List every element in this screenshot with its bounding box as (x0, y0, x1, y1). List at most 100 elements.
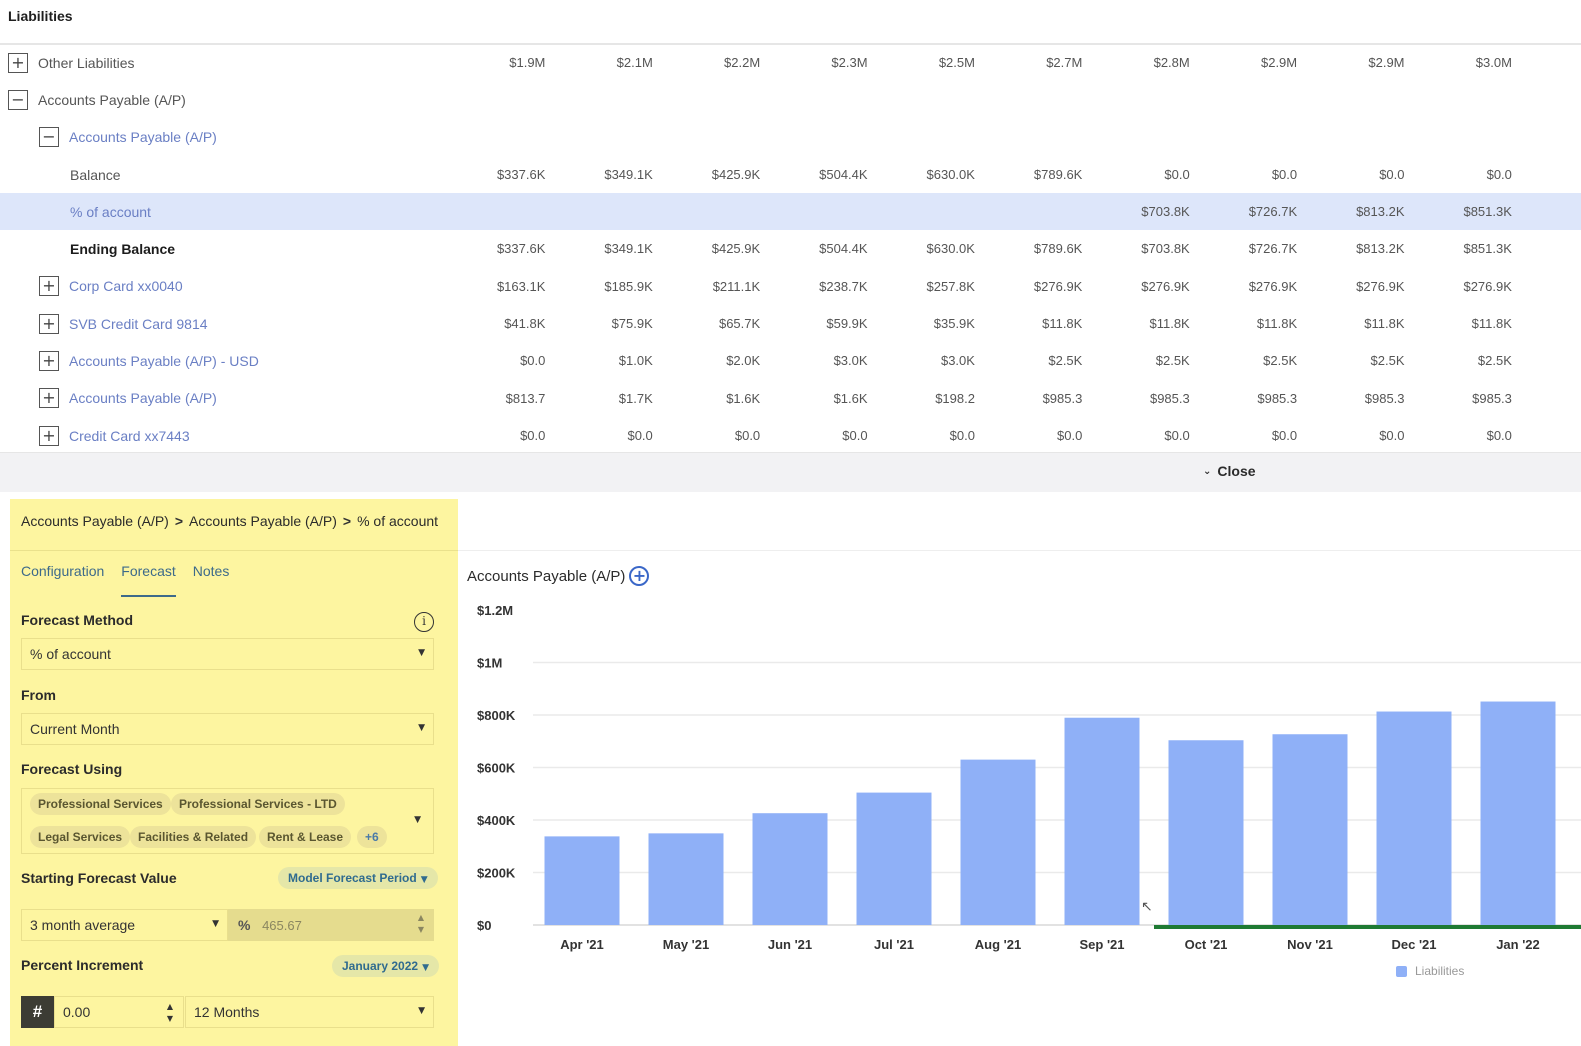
table-cell[interactable] (1407, 119, 1514, 156)
table-cell[interactable]: $59.9K (762, 305, 869, 342)
starting-value-input[interactable]: % 465.67 ▲ ▼ (228, 909, 434, 941)
table-cell[interactable]: $0.0 (1407, 417, 1514, 454)
expand-icon[interactable]: + (39, 351, 59, 372)
table-cell[interactable]: $276.9K (977, 268, 1084, 305)
chip-facilities-related[interactable]: Facilities & Related (130, 826, 257, 848)
table-cell[interactable]: $985.3 (1407, 380, 1514, 417)
table-cell[interactable]: $0.0 (977, 417, 1084, 454)
table-cell[interactable]: $337.6K (440, 156, 547, 193)
table-cell[interactable]: $1.7K (547, 380, 654, 417)
table-cell[interactable]: $11.8K (1407, 305, 1514, 342)
table-cell[interactable] (655, 193, 762, 230)
table-cell[interactable]: $2.5K (977, 342, 1084, 379)
table-cell[interactable]: $198.2 (870, 380, 977, 417)
table-cell[interactable] (547, 119, 654, 156)
info-icon[interactable]: i (414, 612, 434, 632)
table-row[interactable]: Ending Balance $337.6K $349.1K $425.9K $504.… (0, 230, 1581, 267)
table-cell[interactable] (1299, 81, 1406, 118)
stepper-icon[interactable]: ▲ ▼ (418, 912, 424, 936)
from-select[interactable]: Current Month ▼ (21, 713, 434, 745)
table-cell[interactable]: $425.9K (655, 230, 762, 267)
table-cell[interactable] (977, 81, 1084, 118)
tab-configuration[interactable]: Configuration (21, 563, 104, 597)
model-forecast-period-dropdown[interactable]: Model Forecast Period ▼ (278, 867, 438, 889)
table-cell[interactable]: $2.9M (1192, 44, 1299, 81)
table-cell[interactable] (547, 193, 654, 230)
table-cell[interactable]: $789.6K (977, 156, 1084, 193)
number-mode-toggle[interactable]: # (21, 996, 54, 1028)
table-cell[interactable] (655, 81, 762, 118)
breadcrumb-item[interactable]: Accounts Payable (A/P) (189, 513, 337, 529)
row-label[interactable]: Accounts Payable (A/P) - USD (69, 353, 259, 369)
table-cell[interactable]: $349.1K (547, 156, 654, 193)
table-cell[interactable]: $813.2K (1299, 230, 1406, 267)
table-cell[interactable]: $0.0 (762, 417, 869, 454)
table-cell[interactable]: $11.8K (977, 305, 1084, 342)
table-cell[interactable]: $1.9M (440, 44, 547, 81)
table-cell[interactable] (870, 119, 977, 156)
table-cell[interactable]: $11.8K (1084, 305, 1191, 342)
table-cell[interactable] (440, 119, 547, 156)
duration-select[interactable]: 12 Months ▼ (185, 996, 434, 1028)
table-cell[interactable] (547, 81, 654, 118)
table-cell[interactable]: $726.7K (1192, 230, 1299, 267)
table-cell[interactable]: $2.7M (977, 44, 1084, 81)
table-cell[interactable] (1407, 81, 1514, 118)
table-cell[interactable] (1084, 119, 1191, 156)
table-cell[interactable] (977, 119, 1084, 156)
table-cell[interactable]: $726.7K (1192, 193, 1299, 230)
table-cell[interactable]: $35.9K (870, 305, 977, 342)
table-cell[interactable]: $813.2K (1299, 193, 1406, 230)
table-cell[interactable]: $0.0 (1084, 417, 1191, 454)
average-method-select[interactable]: 3 month average ▼ (21, 909, 228, 941)
table-cell[interactable]: $3.0K (762, 342, 869, 379)
row-label[interactable]: Accounts Payable (A/P) (69, 390, 217, 406)
table-cell[interactable]: $813.7 (440, 380, 547, 417)
table-cell[interactable]: $0.0 (1084, 156, 1191, 193)
table-row[interactable]: + Credit Card xx7443 $0.0 $0.0 $0.0 $0.0 $0.0 $… (0, 417, 1581, 454)
table-cell[interactable]: $2.5K (1299, 342, 1406, 379)
table-cell[interactable]: $211.1K (655, 268, 762, 305)
plus-circle-icon[interactable]: + (629, 566, 650, 586)
table-cell[interactable]: $0.0 (440, 417, 547, 454)
table-cell[interactable]: $1.0K (547, 342, 654, 379)
table-cell[interactable]: $2.2M (655, 44, 762, 81)
table-cell[interactable]: $0.0 (1299, 156, 1406, 193)
table-row[interactable]: % of account $703.8K $726.7K $813.2K $851.3K (0, 193, 1581, 231)
table-cell[interactable] (870, 81, 977, 118)
table-row[interactable]: + Accounts Payable (A/P) - USD $0.0 $1.0K $2… (0, 342, 1581, 379)
table-cell[interactable] (440, 193, 547, 230)
table-cell[interactable] (870, 193, 977, 230)
table-cell[interactable]: $276.9K (1407, 268, 1514, 305)
table-cell[interactable]: $3.0M (1407, 44, 1514, 81)
increment-value-input[interactable]: 0.00 ▲ ▼ (54, 996, 184, 1028)
table-cell[interactable]: $425.9K (655, 156, 762, 193)
table-cell[interactable]: $276.9K (1299, 268, 1406, 305)
table-row[interactable]: + SVB Credit Card 9814 $41.8K $75.9K $65.7K $… (0, 305, 1581, 342)
table-row[interactable]: + Corp Card xx0040 $163.1K $185.9K $211.1K $2… (0, 268, 1581, 305)
table-cell[interactable]: $2.5K (1192, 342, 1299, 379)
table-cell[interactable]: $11.8K (1192, 305, 1299, 342)
chip-professional-services[interactable]: Professional Services (30, 793, 171, 815)
table-cell[interactable]: $504.4K (762, 230, 869, 267)
table-cell[interactable]: $3.0K (870, 342, 977, 379)
expand-icon[interactable]: + (39, 313, 59, 334)
table-row[interactable]: + Accounts Payable (A/P) $813.7 $1.7K $1.6K $… (0, 380, 1581, 417)
stepper-icon[interactable]: ▲ ▼ (167, 1001, 173, 1025)
table-cell[interactable]: $985.3 (977, 380, 1084, 417)
table-cell[interactable]: $2.5K (1084, 342, 1191, 379)
breadcrumb-item[interactable]: Accounts Payable (A/P) (21, 513, 169, 529)
table-cell[interactable]: $238.7K (762, 268, 869, 305)
table-cell[interactable]: $703.8K (1084, 193, 1191, 230)
collapse-icon[interactable]: − (8, 89, 28, 110)
table-cell[interactable]: $11.8K (1299, 305, 1406, 342)
chip-rent-lease[interactable]: Rent & Lease (259, 826, 352, 848)
table-cell[interactable]: $630.0K (870, 230, 977, 267)
table-cell[interactable]: $257.8K (870, 268, 977, 305)
row-label[interactable]: Accounts Payable (A/P) (69, 129, 217, 145)
chip-legal-services[interactable]: Legal Services (30, 826, 131, 848)
table-cell[interactable]: $1.6K (655, 380, 762, 417)
expand-icon[interactable]: + (8, 52, 28, 73)
table-cell[interactable]: $185.9K (547, 268, 654, 305)
tab-forecast[interactable]: Forecast (121, 563, 177, 597)
